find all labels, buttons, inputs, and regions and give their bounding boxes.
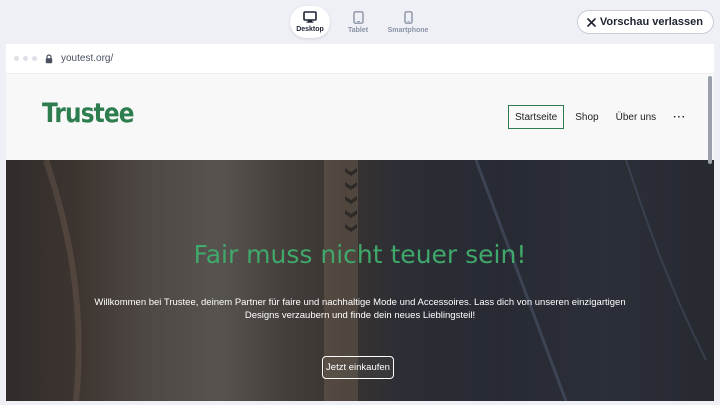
site-nav: Startseite Shop Über uns ··· [508, 105, 686, 129]
preview-scrollbar[interactable] [708, 74, 712, 401]
scrollbar-thumb[interactable] [708, 76, 712, 164]
site-header: Trustee Startseite Shop Über uns ··· [6, 74, 714, 160]
hero-title: Fair muss nicht teuer sein! [193, 240, 527, 269]
close-icon [587, 17, 596, 27]
nav-item-ueber-uns[interactable]: Über uns [616, 105, 657, 129]
browser-preview-frame: youtest.org/ Trustee Startseite Shop Übe… [6, 44, 714, 401]
window-dots [14, 56, 37, 61]
nav-more-icon[interactable]: ··· [673, 105, 686, 129]
lock-icon [45, 53, 53, 64]
nav-item-shop[interactable]: Shop [575, 105, 598, 129]
shop-now-button[interactable]: Jetzt einkaufen [322, 356, 394, 379]
address-bar: youtest.org/ [6, 44, 714, 74]
nav-item-startseite[interactable]: Startseite [508, 105, 565, 129]
smartphone-icon [403, 10, 413, 24]
hero-section: Fair muss nicht teuer sein! Willkommen b… [6, 160, 714, 401]
device-smartphone-label: Smartphone [387, 26, 429, 34]
device-desktop-label: Desktop [296, 26, 324, 33]
hero-description: Willkommen bei Trustee, deinem Partner f… [94, 297, 626, 321]
device-smartphone-button[interactable]: Smartphone [384, 6, 432, 38]
url-text: youtest.org/ [61, 53, 114, 64]
tablet-icon [352, 10, 364, 24]
device-desktop-button[interactable]: Desktop [290, 6, 330, 38]
desktop-icon [303, 11, 317, 23]
device-tablet-label: Tablet [347, 26, 369, 34]
site-logo[interactable]: Trustee [42, 98, 135, 129]
exit-preview-label: Vorschau verlassen [599, 16, 703, 28]
preview-toolbar: Desktop Tablet Smartphone Vorschau verla… [0, 0, 720, 44]
device-tablet-button[interactable]: Tablet [340, 6, 376, 38]
exit-preview-button[interactable]: Vorschau verlassen [576, 10, 714, 34]
